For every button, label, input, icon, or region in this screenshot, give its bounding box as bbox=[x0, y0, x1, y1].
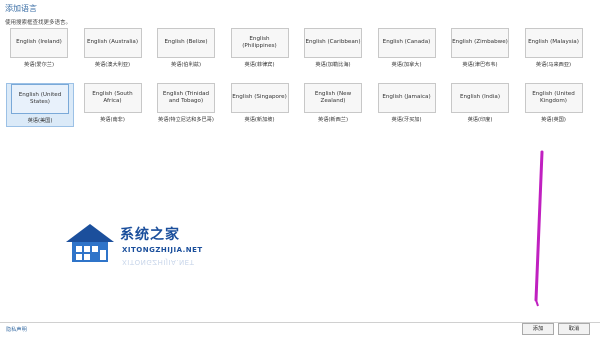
language-tile[interactable]: English (New Zealand) 英语(新西兰) bbox=[300, 83, 366, 123]
language-name: English (Singapore) bbox=[230, 83, 289, 113]
language-native-name: 英语(新加坡) bbox=[244, 117, 275, 123]
cancel-button[interactable]: 取消 bbox=[558, 323, 590, 335]
language-tile[interactable]: English (India) 英语(印度) bbox=[447, 83, 513, 123]
language-name: English (Malaysia) bbox=[524, 28, 583, 58]
page-title: 添加语言 bbox=[5, 4, 37, 13]
language-native-name: 英语(加拿大) bbox=[391, 62, 422, 68]
language-name: English (Canada) bbox=[377, 28, 436, 58]
language-name: English (United Kingdom) bbox=[524, 83, 583, 113]
language-tile[interactable]: English (Canada) 英语(加拿大) bbox=[374, 28, 440, 68]
annotation-stroke bbox=[534, 150, 544, 307]
language-name: English (United States) bbox=[11, 84, 69, 114]
language-tile[interactable]: English (Belize) 英语(伯利兹) bbox=[153, 28, 219, 68]
language-tile[interactable]: English (United States) 英语(美国) bbox=[6, 83, 74, 127]
language-native-name: 英语(菲律宾) bbox=[244, 62, 275, 68]
watermark-site: XITONGZHIJIA.NET bbox=[122, 246, 203, 254]
house-logo-icon bbox=[66, 224, 114, 262]
language-tile[interactable]: English (Australia) 英语(澳大利亚) bbox=[80, 28, 146, 68]
language-name: English (Ireland) bbox=[10, 28, 68, 58]
language-name: English (Belize) bbox=[157, 28, 215, 58]
watermark-title: 系统之家 bbox=[120, 227, 180, 243]
language-tile[interactable]: English (Malaysia) 英语(马来西亚) bbox=[521, 28, 587, 68]
language-name: English (Australia) bbox=[83, 28, 142, 58]
footer-divider bbox=[0, 322, 600, 323]
language-tile[interactable]: English (Ireland) 英语(爱尔兰) bbox=[6, 28, 72, 68]
language-native-name: 英语(印度) bbox=[467, 117, 493, 123]
language-native-name: 英语(爱尔兰) bbox=[24, 62, 54, 68]
language-name: English (Philippines) bbox=[230, 28, 289, 58]
language-tile[interactable]: English (Singapore) 英语(新加坡) bbox=[227, 83, 293, 123]
language-native-name: 英语(津巴布韦) bbox=[462, 62, 498, 68]
add-button[interactable]: 添加 bbox=[522, 323, 554, 335]
language-native-name: 英语(牙买加) bbox=[391, 117, 422, 123]
language-native-name: 英语(马来西亚) bbox=[535, 62, 572, 68]
watermark: 系统之家 XITONGZHIJIA.NET XITONGZHIJIA.NET bbox=[62, 218, 232, 278]
language-tile[interactable]: English (United Kingdom) 英语(英国) bbox=[521, 83, 587, 123]
language-tile[interactable]: English (Zimbabwe) 英语(津巴布韦) bbox=[447, 28, 513, 68]
language-native-name: 英语(美国) bbox=[27, 118, 53, 124]
language-name: English (Jamaica) bbox=[377, 83, 436, 113]
watermark-reflection: XITONGZHIJIA.NET bbox=[122, 258, 195, 266]
language-native-name: 英语(澳大利亚) bbox=[94, 62, 131, 68]
language-name: English (India) bbox=[451, 83, 509, 113]
language-name: English (Trinidad and Tobago) bbox=[157, 83, 215, 113]
language-tile[interactable]: English (Jamaica) 英语(牙买加) bbox=[374, 83, 440, 123]
language-native-name: 英语(南非) bbox=[100, 117, 125, 123]
search-hint: 使用搜索框查找更多语言。 bbox=[5, 20, 72, 26]
privacy-link[interactable]: 隐私声明 bbox=[6, 326, 27, 333]
language-tile[interactable]: English (South Africa) 英语(南非) bbox=[80, 83, 146, 123]
language-native-name: 英语(加勒比海) bbox=[315, 62, 351, 68]
language-tile[interactable]: English (Trinidad and Tobago) 英语(特立尼达和多巴哥… bbox=[153, 83, 219, 123]
language-native-name: 英语(特立尼达和多巴哥) bbox=[158, 117, 214, 123]
language-native-name: 英语(伯利兹) bbox=[171, 62, 201, 68]
language-tile[interactable]: English (Philippines) 英语(菲律宾) bbox=[227, 28, 293, 68]
language-tile[interactable]: English (Caribbean) 英语(加勒比海) bbox=[300, 28, 366, 68]
language-name: English (Zimbabwe) bbox=[451, 28, 509, 58]
language-name: English (New Zealand) bbox=[304, 83, 362, 113]
language-native-name: 英语(英国) bbox=[541, 117, 566, 123]
language-name: English (Caribbean) bbox=[304, 28, 362, 58]
language-native-name: 英语(新西兰) bbox=[318, 117, 348, 123]
language-name: English (South Africa) bbox=[83, 83, 142, 113]
